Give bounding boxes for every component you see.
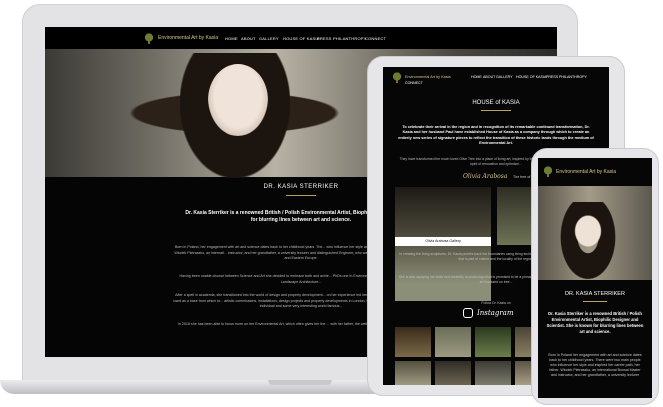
bonsai-logo-icon[interactable] xyxy=(143,33,155,44)
olivia-gallery-label[interactable]: Olivia Arabosa Gallery xyxy=(395,237,491,246)
nav-item-press[interactable]: PRESS xyxy=(317,36,332,41)
instagram-photo[interactable] xyxy=(435,327,471,357)
bio-paragraph: Born in Poland her engagement with art a… xyxy=(548,353,642,377)
top-navigation: Environmental Art by Kasia HOME ABOUT GA… xyxy=(45,27,557,49)
nav-item-connect[interactable]: CONNECT xyxy=(365,36,386,41)
instagram-photo[interactable] xyxy=(395,327,431,357)
nav-item-gallery[interactable]: GALLERY xyxy=(496,75,513,79)
nav-item-home[interactable]: HOME xyxy=(225,36,238,41)
portrait-face xyxy=(572,212,604,250)
phone-screen: Environmental Art by Kasia DR. KASIA STE… xyxy=(538,158,652,398)
nav-item-philanthropy[interactable]: PHILANTHROPY xyxy=(333,36,367,41)
bonsai-logo-icon[interactable] xyxy=(542,166,554,177)
brand-name[interactable]: Environmental Art by Kasia xyxy=(158,35,218,41)
title-divider xyxy=(286,195,316,196)
tablet-navigation: Environmental Art by Kasia HOME ABOUT GA… xyxy=(383,67,609,89)
instagram-photo[interactable] xyxy=(475,327,511,357)
intro-lead: Dr. Kasia Sterriker is a renowned Britis… xyxy=(546,311,644,334)
nav-item-home[interactable]: HOME xyxy=(471,75,482,79)
section-title: DR. KASIA STERRIKER xyxy=(565,291,625,297)
house-of-kasia-title: HOUSE of KASIA xyxy=(472,100,520,106)
house-lead: To celebrate their arrival in the region… xyxy=(398,125,594,145)
nav-item-philanthropy[interactable]: PHILANTHROPY xyxy=(559,75,587,79)
brand-name[interactable]: Environmental Art by Kasia xyxy=(405,75,451,79)
portrait-face xyxy=(208,64,268,136)
instagram-photo[interactable] xyxy=(475,361,511,385)
nav-item-gallery[interactable]: GALLERY xyxy=(259,36,279,41)
laptop-notch xyxy=(268,380,332,385)
bonsai-logo-icon[interactable] xyxy=(391,72,403,83)
nav-item-connect[interactable]: CONNECT xyxy=(405,81,423,85)
instagram-photo[interactable] xyxy=(435,361,471,385)
title-divider xyxy=(583,301,607,302)
olivia-script-title: Olivia Arabosa xyxy=(463,173,508,180)
nav-item-about[interactable]: ABOUT xyxy=(241,36,256,41)
title-divider xyxy=(481,110,511,111)
nav-item-house-of-kasia[interactable]: HOUSE OF KASIA xyxy=(283,36,320,41)
instagram-photo[interactable] xyxy=(395,361,431,385)
instagram-wordmark[interactable]: Instagram xyxy=(477,309,514,317)
nav-item-house-of-kasia[interactable]: HOUSE OF KASIA xyxy=(516,75,546,79)
instagram-icon[interactable] xyxy=(463,308,473,318)
nav-item-about[interactable]: ABOUT xyxy=(483,75,495,79)
brand-name[interactable]: Environmental Art by Kasia xyxy=(556,169,616,175)
nav-item-press[interactable]: PRESS xyxy=(546,75,558,79)
